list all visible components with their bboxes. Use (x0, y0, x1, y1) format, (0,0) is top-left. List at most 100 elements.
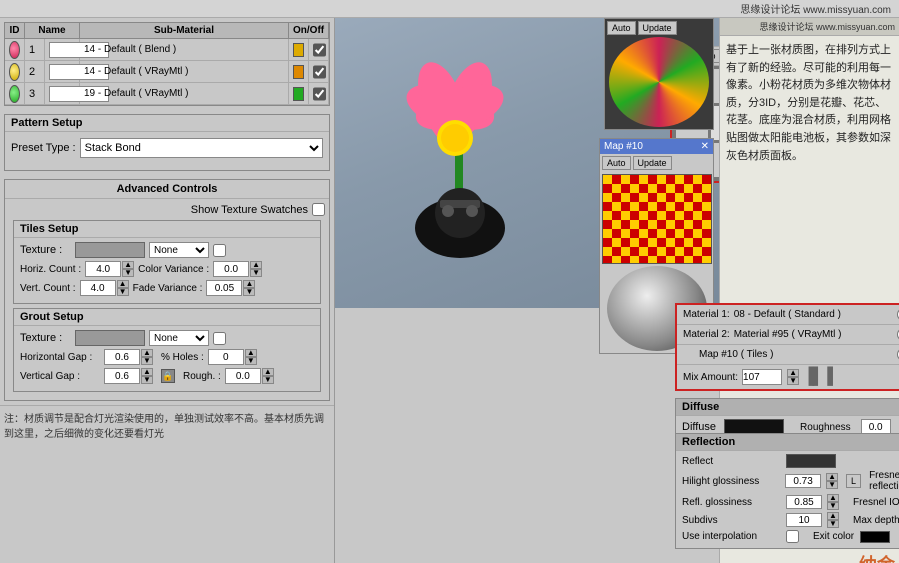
color-var-down[interactable]: ▼ (250, 269, 262, 277)
rough-spinbox: 0.0 ▲ ▼ (225, 368, 274, 384)
use-interp-label: Use interpolation (682, 531, 782, 542)
vert-gap-label: Vertical Gap : (20, 371, 100, 382)
preview-sphere1-panel: Auto Update (604, 18, 714, 130)
map10-toolbar: Auto Update (600, 154, 713, 172)
pct-holes-input[interactable]: 0 (208, 349, 244, 365)
preview-sphere1 (609, 37, 709, 127)
fade-variance-label: Fade Variance : (133, 283, 203, 294)
preset-type-select[interactable]: Stack Bond Running Bond Flemish Bond Cus… (80, 138, 323, 158)
vert-count-input[interactable]: 4.0 (80, 280, 116, 296)
color-box-1[interactable] (293, 43, 304, 57)
exit-color-label: Exit color (813, 531, 854, 542)
refl-gloss-down[interactable]: ▼ (827, 502, 839, 510)
grout-texture-swatch[interactable] (75, 330, 145, 346)
swatch-2 (9, 63, 20, 81)
tiles-none-select[interactable]: None (149, 242, 209, 258)
rough-down[interactable]: ▼ (262, 376, 274, 384)
subdivs-down[interactable]: ▼ (827, 520, 839, 528)
sub-mat-2: 14 - Default ( VRayMtl ) (80, 61, 289, 82)
mix-down[interactable]: ▼ (787, 377, 799, 385)
map10-close-icon[interactable]: ✕ (701, 141, 709, 152)
color-variance-spinbox: 0.0 ▲ ▼ (213, 261, 262, 277)
mat-table-header: ID Name Sub-Material On/Off (5, 23, 329, 39)
color-box-3[interactable] (293, 87, 304, 101)
vert-gap-spinbox: 0.6 ▲ ▼ (104, 368, 153, 384)
advanced-controls-title: Advanced Controls (5, 180, 329, 199)
vert-count-down[interactable]: ▼ (117, 288, 129, 296)
right-area: Auto Update Material 1: 08 - Default ( S… (335, 18, 899, 563)
reflection-header: Reflection (676, 434, 899, 451)
vert-gap-input[interactable]: 0.6 (104, 368, 140, 384)
preview1-auto-btn[interactable]: Auto (607, 21, 636, 35)
hilight-down[interactable]: ▼ (826, 481, 838, 489)
mat1-label: Material 1: (683, 309, 730, 320)
mat3-name: Map #10 ( Tiles ) (683, 349, 893, 360)
left-panel: ID Name Sub-Material On/Off 1 14 - Defau… (0, 18, 335, 563)
mat1-name: 08 - Default ( Standard ) (734, 309, 893, 320)
reflect-label: Reflect (682, 456, 782, 467)
horiz-count-label: Horiz. Count : (20, 264, 81, 275)
color-variance-label: Color Variance : (138, 264, 209, 275)
sub-mat-3: 19 - Default ( VRayMtl ) (80, 83, 289, 104)
roughness-label: Roughness (800, 422, 851, 433)
pct-holes-down[interactable]: ▼ (245, 357, 257, 365)
diffuse-header: Diffuse (676, 399, 899, 416)
header-name: Name (25, 23, 80, 38)
hilight-l-button[interactable]: L (846, 474, 861, 488)
rough-label: Rough. : (183, 371, 221, 382)
reflect-swatch[interactable] (786, 454, 836, 468)
mat-row-3: 3 19 - Default ( VRayMtl ) (5, 83, 329, 105)
color-variance-input[interactable]: 0.0 (213, 261, 249, 277)
id-3: 3 (25, 83, 45, 104)
tiles-texture-checkbox[interactable] (213, 244, 226, 257)
checkbox-3[interactable] (313, 87, 326, 101)
use-interp-checkbox[interactable] (786, 530, 799, 543)
preview1-update-btn[interactable]: Update (638, 21, 677, 35)
mix-display: ▐▌▐ (803, 368, 831, 386)
grout-texture-checkbox[interactable] (213, 332, 226, 345)
id-2: 2 (25, 61, 45, 82)
show-texture-checkbox[interactable] (312, 203, 325, 216)
vert-count-spinbox: 4.0 ▲ ▼ (80, 280, 129, 296)
grout-none-select[interactable]: None (149, 330, 209, 346)
horiz-gap-input[interactable]: 0.6 (104, 349, 140, 365)
advanced-controls-group: Advanced Controls Show Texture Swatches … (4, 179, 330, 401)
fade-var-down[interactable]: ▼ (243, 288, 255, 296)
vert-gap-down[interactable]: ▼ (141, 376, 153, 384)
checkbox-2[interactable] (313, 65, 326, 79)
horiz-gap-down[interactable]: ▼ (141, 357, 153, 365)
color-box-2[interactable] (293, 65, 304, 79)
checkbox-1[interactable] (313, 43, 326, 57)
header-onoff: On/Off (289, 23, 329, 38)
exit-color-swatch[interactable] (860, 531, 890, 543)
subdivs-label: Subdivs (682, 515, 782, 526)
pct-holes-label: % Holes : (161, 352, 204, 363)
fade-variance-input[interactable]: 0.05 (206, 280, 242, 296)
vert-count-label: Vert. Count : (20, 283, 76, 294)
mat-panel-row-1: Material 1: 08 - Default ( Standard ) In… (677, 305, 899, 325)
map10-update-btn[interactable]: Update (633, 156, 672, 170)
mix-label: Mix Amount: (683, 372, 738, 383)
horiz-count-spinbox: 4.0 ▲ ▼ (85, 261, 134, 277)
horiz-count-down[interactable]: ▼ (122, 269, 134, 277)
reflection-panel: Reflection Reflect Hilight glossiness 0.… (675, 433, 899, 549)
tiles-texture-swatch[interactable] (75, 242, 145, 258)
fresnel-refl-label: Fresnel reflections (869, 470, 899, 492)
header-sub: Sub-Material (80, 23, 289, 38)
horiz-count-input[interactable]: 4.0 (85, 261, 121, 277)
right-logo1: 纳金 (859, 551, 895, 563)
grout-texture-label: Texture : (20, 332, 75, 344)
hilight-input[interactable]: 0.73 (785, 474, 821, 488)
hilight-label: Hilight glossiness (682, 476, 781, 487)
horiz-gap-label: Horizontal Gap : (20, 352, 100, 363)
rough-input[interactable]: 0.0 (225, 368, 261, 384)
lock-icon[interactable]: 🔒 (161, 369, 175, 383)
map10-auto-btn[interactable]: Auto (602, 156, 631, 170)
right-text-content: 基于上一张材质图，在排列方式上有了新的经验。尽可能的利用每一像素。小粉花材质为多… (720, 36, 899, 175)
site-label: 思缘设计论坛 www.missyuan.com (740, 1, 891, 16)
subdivs-input[interactable]: 10 (786, 513, 822, 527)
mat-panel-row-2: Material 2: Material #95 ( VRayMtl ) Int… (677, 325, 899, 345)
refl-gloss-input[interactable]: 0.85 (786, 495, 822, 509)
right-text: 基于上一张材质图，在排列方式上有了新的经验。尽可能的利用每一像素。小粉花材质为多… (726, 42, 893, 165)
mix-amount-input[interactable]: 107 (742, 369, 782, 385)
